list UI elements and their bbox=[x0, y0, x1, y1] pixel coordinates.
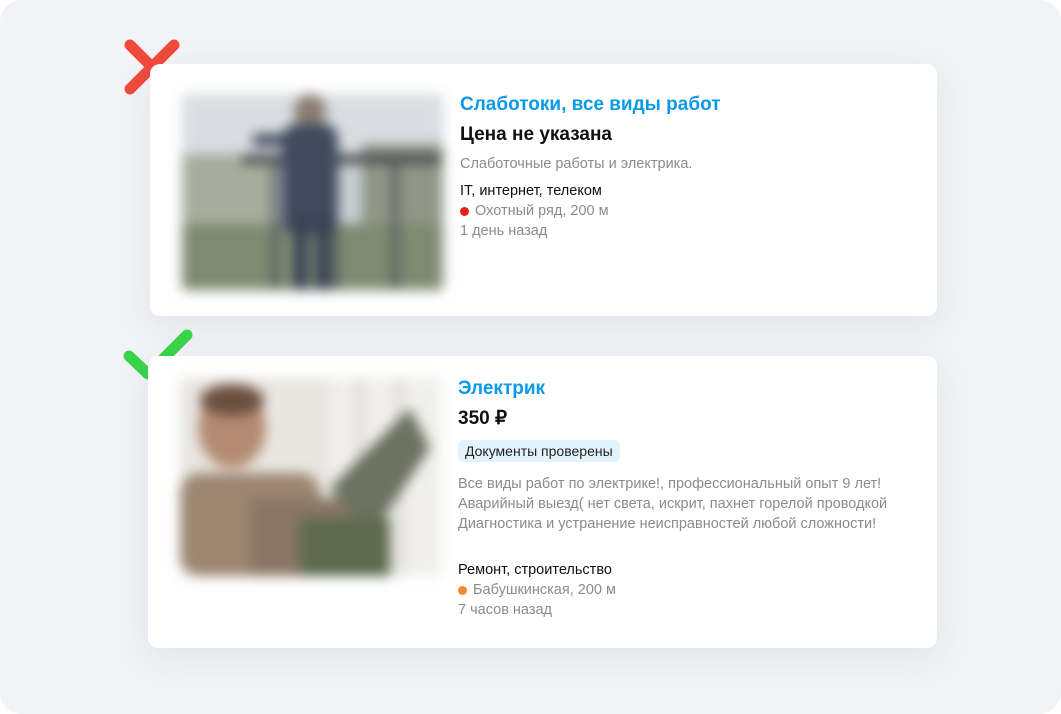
listing-card-good[interactable]: Электрик 350 ₽ Документы проверены Все в… bbox=[148, 356, 937, 648]
comparison-frame: Слаботоки, все виды работ Цена не указан… bbox=[0, 0, 1061, 714]
listing-photo[interactable] bbox=[182, 94, 443, 290]
listing-info: Слаботоки, все виды работ Цена не указан… bbox=[460, 92, 925, 241]
listing-description: Все виды работ по электрике!, профессион… bbox=[458, 476, 888, 532]
metro-line-dot-icon bbox=[460, 206, 469, 216]
listing-time: 1 день назад bbox=[460, 223, 548, 239]
listing-description: Слаботочные работы и электрика. bbox=[460, 156, 693, 172]
listing-price: 350 ₽ bbox=[458, 408, 508, 429]
listing-category: IT, интернет, телеком bbox=[460, 183, 602, 199]
listing-photo[interactable] bbox=[180, 378, 441, 576]
listing-time: 7 часов назад bbox=[458, 602, 553, 618]
listing-title[interactable]: Электрик bbox=[458, 376, 925, 402]
listing-price: Цена не указана bbox=[460, 124, 612, 145]
metro-station: Бабушкинская, 200 м bbox=[458, 580, 925, 600]
listing-title[interactable]: Слаботоки, все виды работ bbox=[460, 92, 925, 118]
listing-info: Электрик 350 ₽ Документы проверены Все в… bbox=[458, 376, 925, 620]
listing-category: Ремонт, строительство bbox=[458, 562, 612, 578]
metro-line-dot-icon bbox=[458, 585, 467, 595]
metro-station-label: Бабушкинская, 200 м bbox=[473, 582, 616, 598]
listing-card-bad[interactable]: Слаботоки, все виды работ Цена не указан… bbox=[150, 64, 937, 316]
metro-station: Охотный ряд, 200 м bbox=[460, 201, 925, 221]
verified-documents-badge: Документы проверены bbox=[458, 440, 620, 462]
metro-station-label: Охотный ряд, 200 м bbox=[475, 203, 609, 219]
